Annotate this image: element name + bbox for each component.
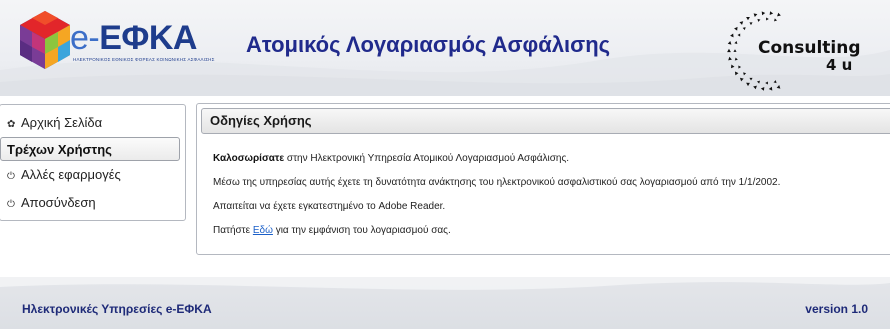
logo-dot bbox=[761, 11, 766, 16]
logo-dot bbox=[728, 56, 732, 61]
logo-dot bbox=[739, 21, 744, 25]
logo-dot bbox=[756, 80, 760, 84]
logo-dot bbox=[743, 72, 747, 76]
logo-dot bbox=[734, 71, 739, 76]
logo-dot bbox=[776, 84, 781, 89]
partner-logo-text: Consulting bbox=[758, 38, 861, 58]
logo-dot bbox=[738, 65, 742, 69]
logo-dot bbox=[753, 13, 758, 18]
instructions-line-4: Πατήστε Εδώ για την εμφάνιση του λογαρια… bbox=[213, 225, 451, 236]
logo-dot bbox=[746, 82, 750, 87]
logo-dot bbox=[734, 57, 738, 61]
logo-dot bbox=[765, 81, 768, 85]
sidebar-item-label: Αρχική Σελίδα bbox=[21, 115, 103, 130]
sidebar-item-home[interactable]: ✿ Αρχική Σελίδα bbox=[0, 111, 180, 135]
logo-dot bbox=[739, 77, 744, 82]
sidebar-item-label: Τρέχων Χρήστης bbox=[7, 142, 112, 157]
sidebar-nav: ✿ Αρχική Σελίδα Τρέχων Χρήστης ⏻ Αλλές εφα… bbox=[0, 104, 186, 221]
logo-dot bbox=[730, 33, 734, 38]
logo-dot bbox=[774, 18, 778, 22]
logo-dot bbox=[727, 40, 732, 45]
instructions-line-3: Απαιτείται να έχετε εγκατεστημένο το Ado… bbox=[213, 201, 446, 212]
logo-dot bbox=[769, 11, 774, 15]
logo-dot bbox=[737, 33, 741, 37]
logo-dot bbox=[753, 85, 757, 90]
logo-subtitle: ΗΛΕΚΤΡΟΝΙΚΟΣ ΕΘΝΙΚΟΣ ΦΟΡΕΑΣ ΚΟΙΝΩΝΙΚΗΣ Α… bbox=[73, 57, 215, 62]
line4-pre: Πατήστε bbox=[213, 225, 253, 236]
logo-dot bbox=[773, 80, 777, 84]
logo-dot bbox=[760, 87, 765, 91]
sidebar-item-label: Αλλές εφαρμογές bbox=[21, 167, 121, 182]
power-icon: ⏻ bbox=[7, 171, 15, 182]
welcome-text: Καλοσωρίσατε στην Ηλεκτρονική Υπηρεσία Α… bbox=[213, 153, 569, 164]
sidebar-item-other-apps[interactable]: ⏻ Αλλές εφαρμογές bbox=[0, 163, 180, 187]
instructions-line-2: Μέσω της υπηρεσίας αυτής έχετε τη δυνατό… bbox=[213, 177, 781, 188]
logo-dot bbox=[742, 27, 746, 31]
logo-dot bbox=[757, 18, 761, 22]
welcome-rest: στην Ηλεκτρονική Υπηρεσία Ατομικού Λογαρ… bbox=[284, 153, 570, 164]
logo-dot bbox=[746, 16, 750, 21]
line4-post: για την εμφάνιση του λογαριασμού σας. bbox=[272, 225, 451, 236]
panel-title: Οδηγίες Χρήσης bbox=[201, 108, 890, 134]
logo-dot bbox=[768, 86, 773, 91]
page-title: Ατομικός Λογαριασμός Ασφάλισης bbox=[246, 32, 611, 57]
partner-logo-subtext: 4 u bbox=[826, 56, 853, 74]
logo-dot bbox=[733, 49, 737, 52]
sidebar-item-logout[interactable]: ⏻ Αποσύνδεση bbox=[0, 191, 180, 215]
view-account-link[interactable]: Εδώ bbox=[253, 225, 273, 236]
hexagon-cube-logo-icon bbox=[20, 11, 70, 69]
logo-dot bbox=[749, 22, 753, 26]
logo-dot bbox=[731, 64, 735, 69]
page-header: e-ΕΦΚΑ ΗΛΕΚΤΡΟΝΙΚΟΣ ΕΘΝΙΚΟΣ ΦΟΡΕΑΣ ΚΟΙΝΩ… bbox=[0, 0, 890, 96]
logo-dot bbox=[777, 12, 781, 17]
sidebar-item-current-user[interactable]: Τρέχων Χρήστης bbox=[0, 137, 180, 161]
power-icon: ⏻ bbox=[7, 199, 15, 210]
logo-prefix: e- bbox=[70, 19, 100, 57]
logo-dot bbox=[766, 17, 769, 21]
instructions-panel: Οδηγίες Χρήσης Καλοσωρίσατε στην Ηλεκτρο… bbox=[196, 103, 890, 255]
gear-icon: ✿ bbox=[7, 119, 16, 130]
sidebar-item-label: Αποσύνδεση bbox=[21, 195, 96, 210]
footer-left-text: Ηλεκτρονικές Υπηρεσίες e-ΕΦΚΑ bbox=[22, 302, 212, 316]
efka-logo-text: e-ΕΦΚΑ bbox=[70, 18, 197, 58]
welcome-bold: Καλοσωρίσατε bbox=[213, 153, 285, 164]
logo-main: ΕΦΚΑ bbox=[99, 19, 197, 57]
logo-dot bbox=[727, 48, 731, 53]
footer-version: version 1.0 bbox=[805, 302, 868, 316]
logo-dot bbox=[734, 26, 738, 31]
logo-dot bbox=[734, 40, 738, 44]
logo-dot bbox=[749, 77, 753, 81]
